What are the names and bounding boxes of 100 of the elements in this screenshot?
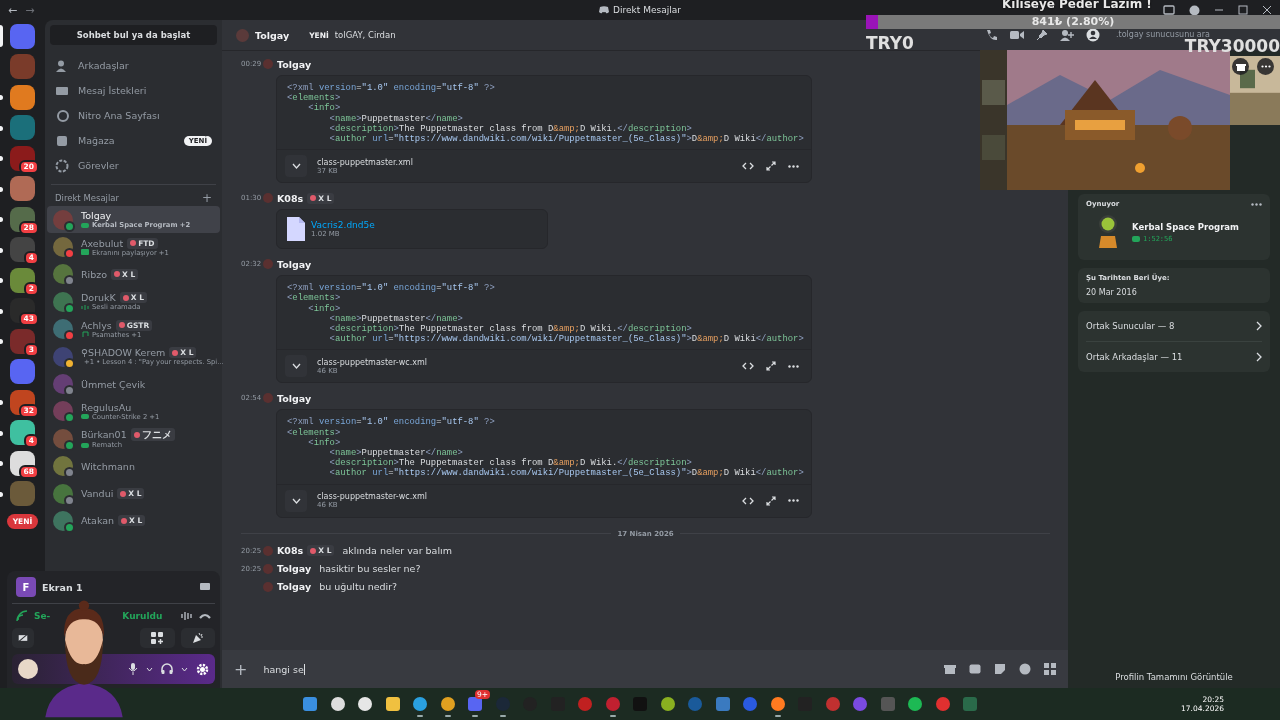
app-icon[interactable]: [659, 696, 676, 712]
nav-item[interactable]: Arkadaşlar: [51, 53, 216, 78]
username[interactable]: K08s: [277, 545, 304, 557]
full-profile-link[interactable]: Profilin Tamamını Görüntüle: [1115, 672, 1233, 682]
maximize-icon[interactable]: [1238, 5, 1248, 15]
app-icon[interactable]: [384, 696, 401, 712]
settings-icon[interactable]: [196, 662, 209, 676]
code-view-icon[interactable]: [742, 162, 754, 171]
add-dm-button[interactable]: +: [201, 193, 212, 203]
more-icon[interactable]: [788, 364, 799, 368]
chevron-right-icon[interactable]: [1256, 352, 1262, 362]
members-text: tolGAY, Cirdan: [334, 30, 396, 40]
soundboard-button[interactable]: [180, 628, 215, 648]
search-button[interactable]: Sohbet bul ya da başlat: [50, 25, 217, 45]
add-friend-icon[interactable]: [1060, 29, 1074, 41]
code-view-icon[interactable]: [742, 362, 754, 371]
username[interactable]: Tolgay: [277, 258, 312, 270]
mutual-link[interactable]: Ortak Sunucular — 8: [1086, 321, 1175, 331]
code-line: <info>: [307, 303, 342, 314]
expand-button[interactable]: [285, 355, 307, 378]
user-avatar[interactable]: [18, 659, 38, 679]
pin-icon[interactable]: [1036, 29, 1048, 41]
message-field[interactable]: + hangi se: [222, 650, 1068, 688]
inbox-icon[interactable]: [1163, 5, 1175, 15]
expand-button[interactable]: [285, 489, 307, 512]
username[interactable]: Tolgay: [277, 581, 312, 593]
app-icon[interactable]: [357, 696, 373, 712]
expand-button[interactable]: [285, 155, 307, 178]
game-controller-icon: [1132, 235, 1140, 242]
voice-status: Se-: [34, 611, 51, 621]
file-link[interactable]: Vacris2.dnd5e: [311, 220, 537, 231]
activity-icon: [151, 632, 164, 644]
mutual-link[interactable]: Ortak Arkadaşlar — 11: [1086, 352, 1183, 362]
code-line: <?xml version="1.0" encoding="utf-8" ?>: [287, 417, 496, 428]
video-icon[interactable]: [1010, 30, 1024, 40]
noise-suppression-icon[interactable]: [181, 611, 193, 621]
file-name: class-puppetmaster.xml: [317, 157, 414, 167]
username: Bürkan01: [81, 429, 127, 441]
username[interactable]: Tolgay: [277, 563, 312, 575]
caret-icon[interactable]: [146, 666, 153, 672]
sticker-icon[interactable]: [994, 663, 1006, 675]
more-icon[interactable]: [1251, 202, 1262, 206]
username[interactable]: K08s: [277, 192, 304, 204]
stream-title: Ekran 1: [42, 581, 84, 593]
file-name: class-puppetmaster-wc.xml: [317, 357, 428, 367]
dm-item[interactable]: Ümmet Çevik: [47, 370, 220, 398]
code-line: <description>The Puppetmaster class from D&amp;D Wiki.</description>: [328, 324, 692, 335]
app-icon[interactable]: [769, 696, 786, 712]
username[interactable]: Tolgay: [277, 58, 312, 70]
back-arrow[interactable]: ←: [8, 3, 18, 17]
chevron-right-icon[interactable]: [1256, 321, 1262, 331]
app-icon[interactable]: [439, 696, 456, 712]
fullscreen-icon[interactable]: [766, 161, 776, 172]
section-header: Direkt Mesajlar: [55, 193, 120, 203]
nitro-icon: [55, 108, 69, 123]
message-text: bu uğultu nedir?: [319, 581, 398, 593]
username: Axebulut: [81, 237, 124, 249]
more-icon[interactable]: [788, 499, 799, 503]
code-line: <name>Puppetmaster</name>: [328, 448, 464, 459]
window-title: Direkt Mesajlar: [613, 5, 681, 15]
code-line: <info>: [307, 103, 342, 114]
disconnect-icon[interactable]: [199, 612, 211, 620]
quest-icon: [55, 158, 69, 173]
fullscreen-icon[interactable]: [766, 361, 776, 372]
activity-button[interactable]: [140, 628, 175, 648]
nav-item[interactable]: Mesaj İstekleri: [51, 78, 216, 103]
avatar: [263, 59, 273, 69]
username: Tolgay: [81, 210, 112, 222]
caret-icon[interactable]: [181, 666, 188, 672]
app-icon[interactable]: [412, 696, 428, 712]
headphones-icon[interactable]: [161, 663, 173, 675]
more-icon[interactable]: [788, 164, 799, 168]
code-view-icon[interactable]: [742, 496, 754, 505]
close-icon[interactable]: [1262, 5, 1272, 15]
fullscreen-icon[interactable]: [766, 495, 776, 506]
username: ⚲SHADOW Kerem: [81, 347, 166, 359]
avatar: [263, 259, 273, 270]
goal-min: TRY0: [866, 33, 914, 53]
microphone-icon[interactable]: [128, 663, 138, 675]
profile-icon[interactable]: [1086, 28, 1100, 42]
username: Ribzo: [81, 268, 108, 280]
call-icon[interactable]: [985, 28, 998, 42]
dm-item[interactable]: Witchmann: [47, 452, 220, 480]
stream-avatar: F: [16, 577, 36, 597]
stop-stream-icon[interactable]: [199, 581, 211, 593]
code-line: <info>: [307, 437, 342, 449]
username: RegulusAu: [81, 401, 132, 413]
nav-item[interactable]: Nitro Ana Sayfası: [51, 103, 216, 128]
username: Achlys: [81, 319, 112, 331]
code-line: <elements>: [287, 93, 342, 104]
username[interactable]: Tolgay: [277, 392, 312, 404]
apps-icon[interactable]: [1044, 663, 1056, 675]
attach-button[interactable]: +: [234, 659, 248, 679]
camera-off-button[interactable]: [12, 628, 34, 648]
nav-item[interactable]: Görevler: [51, 153, 216, 178]
gift-icon[interactable]: [944, 663, 956, 675]
username: Vandui: [81, 488, 114, 500]
app-icon[interactable]: [329, 696, 346, 712]
app-icon[interactable]: [907, 696, 923, 712]
signal-icon: [16, 610, 28, 622]
